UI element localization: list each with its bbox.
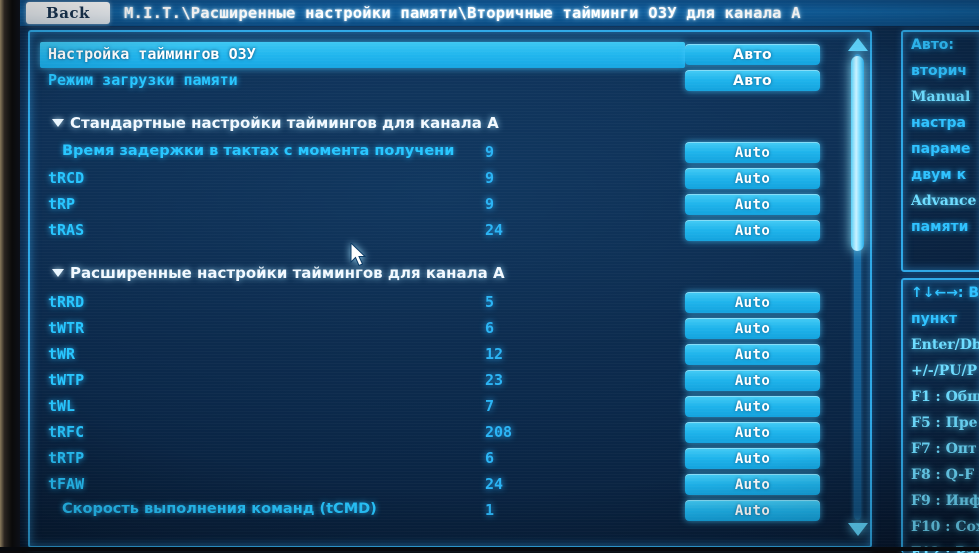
help-line: двум к: [911, 167, 967, 183]
setting-label: tRAS: [48, 221, 85, 239]
scroll-up-arrow-icon[interactable]: [848, 38, 868, 51]
setting-value: 208: [485, 423, 513, 441]
setting-label: tRFC: [48, 423, 85, 441]
collapse-triangle-icon[interactable]: [52, 119, 64, 127]
monitor-bezel-bottom: [0, 547, 979, 551]
setting-label: tWTR: [48, 319, 85, 337]
mouse-cursor-icon: [350, 243, 367, 267]
value-button[interactable]: Auto: [685, 168, 820, 189]
value-button[interactable]: Авто: [685, 44, 820, 65]
bios-screen: Back M.I.T.\Расширенные настройки памяти…: [0, 0, 979, 553]
setting-label: tWR: [48, 345, 76, 363]
setting-value: 6: [485, 319, 495, 337]
setting-value: 23: [485, 371, 504, 389]
help-line: Advance: [911, 193, 977, 209]
breadcrumb: M.I.T.\Расширенные настройки памяти\Втор…: [124, 4, 801, 22]
setting-label: tRCD: [48, 169, 85, 187]
value-button[interactable]: Auto: [685, 396, 820, 417]
back-button[interactable]: Back: [26, 2, 110, 24]
setting-value: 1: [485, 501, 495, 519]
setting-value: 6: [485, 449, 495, 467]
value-button[interactable]: Auto: [685, 142, 820, 163]
value-button[interactable]: Auto: [685, 500, 820, 521]
help-line: F8 : Q-F: [911, 467, 975, 483]
help-line: F9 : Инф: [911, 493, 979, 509]
value-button[interactable]: Auto: [685, 292, 820, 313]
setting-label: tRP: [48, 195, 76, 213]
value-button[interactable]: Auto: [685, 422, 820, 443]
help-line: памяти: [911, 219, 969, 235]
scrollbar-thumb[interactable]: [851, 56, 864, 251]
section-title: Расширенные настройки таймингов для кана…: [70, 264, 505, 282]
setting-label: Режим загрузки памяти: [48, 71, 238, 89]
settings-panel: Настройка таймингов ОЗУ Режим загрузки па…: [28, 30, 872, 548]
setting-label: tWTP: [48, 371, 85, 389]
scroll-down-arrow-icon[interactable]: [848, 523, 868, 536]
setting-label: tWL: [48, 397, 76, 415]
setting-label: Время задержки в тактах с момента получе…: [62, 143, 455, 159]
setting-value: 9: [485, 195, 495, 213]
help-description-panel: Авто: вторич Manual настра параме двум к Advan…: [901, 30, 979, 272]
setting-label: tRTP: [48, 449, 85, 467]
key-legend-panel: ↑↓←→: Выбр пункт Enter/Db +/-/PU/P F1 : Общ F…: [901, 278, 979, 553]
help-line: Enter/Db: [911, 337, 979, 353]
value-button[interactable]: Auto: [685, 318, 820, 339]
setting-value: 24: [485, 475, 504, 493]
help-line: настра: [911, 115, 967, 131]
value-button[interactable]: Auto: [685, 194, 820, 215]
help-line: вторич: [911, 63, 968, 79]
setting-value: 12: [485, 345, 504, 363]
help-line: F10 : Сохр: [911, 519, 979, 535]
setting-row[interactable]: Настройка таймингов ОЗУ: [40, 42, 685, 68]
title-bar: Back M.I.T.\Расширенные настройки памяти…: [20, 0, 979, 26]
help-line: +/-/PU/P: [911, 363, 978, 379]
help-line: Manual: [911, 89, 971, 105]
help-line: пункт: [911, 311, 958, 327]
setting-value: 9: [485, 143, 495, 161]
help-line: параме: [911, 141, 971, 157]
value-button[interactable]: Auto: [685, 474, 820, 495]
help-line: F7 : Опт: [911, 441, 977, 457]
setting-label: Настройка таймингов ОЗУ: [48, 45, 256, 63]
setting-value: 24: [485, 221, 504, 239]
help-line: ↑↓←→: Выбр: [911, 285, 979, 301]
value-button[interactable]: Auto: [685, 344, 820, 365]
help-line: F1 : Общ: [911, 389, 979, 405]
value-button[interactable]: Auto: [685, 220, 820, 241]
value-button[interactable]: Авто: [685, 70, 820, 91]
section-title: Стандартные настройки таймингов для кана…: [70, 114, 499, 132]
help-line: F5 : Пре: [911, 415, 978, 431]
value-button[interactable]: Auto: [685, 370, 820, 391]
setting-label: Скорость выполнения команд (tCMD): [62, 501, 377, 517]
setting-label: tFAW: [48, 475, 85, 493]
setting-value: 7: [485, 397, 495, 415]
scrollbar[interactable]: [845, 38, 871, 536]
help-line: Авто:: [911, 37, 955, 53]
collapse-triangle-icon[interactable]: [52, 269, 64, 277]
monitor-bezel-left: [0, 0, 20, 551]
setting-value: 5: [485, 293, 495, 311]
value-button[interactable]: Auto: [685, 448, 820, 469]
setting-label: tRRD: [48, 293, 85, 311]
setting-value: 9: [485, 169, 495, 187]
